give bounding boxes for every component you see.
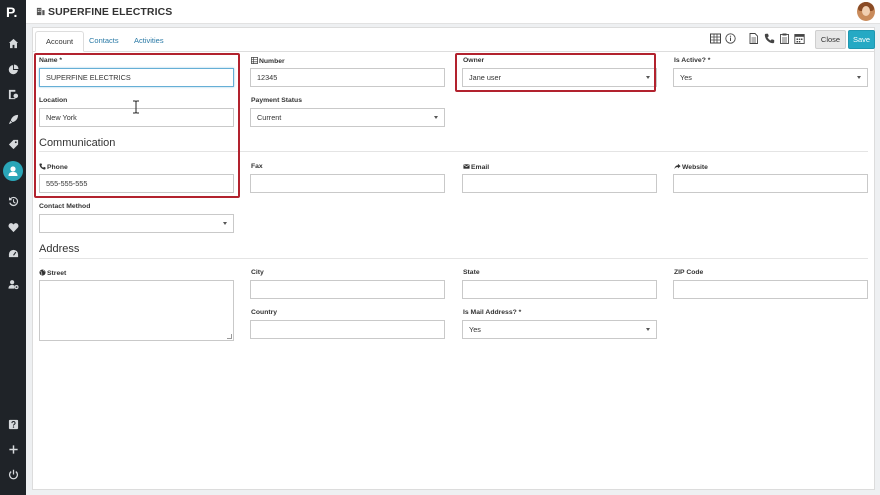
resize-handle-icon[interactable] bbox=[227, 334, 232, 339]
globe-icon bbox=[39, 269, 46, 276]
fax-input[interactable] bbox=[250, 174, 445, 193]
envelope-icon bbox=[463, 164, 470, 169]
is-mail-address-label: Is Mail Address? * bbox=[463, 309, 522, 316]
close-button[interactable]: Close bbox=[815, 30, 846, 49]
table-icon[interactable] bbox=[710, 33, 721, 44]
save-button[interactable]: Save bbox=[848, 30, 875, 49]
payment-status-select[interactable]: Current bbox=[250, 108, 445, 127]
table-icon bbox=[251, 57, 258, 64]
tab-contacts[interactable]: Contacts bbox=[79, 31, 129, 52]
sidebar: P. bbox=[0, 0, 26, 495]
building-icon bbox=[36, 7, 45, 16]
app-logo[interactable]: P. bbox=[6, 4, 17, 20]
number-label-text: Number bbox=[259, 58, 285, 65]
tab-activities[interactable]: Activities bbox=[124, 31, 174, 52]
email-label-text: Email bbox=[471, 164, 490, 171]
payment-status-select-value: Current bbox=[257, 113, 282, 122]
website-label-text: Website bbox=[682, 164, 708, 171]
info-icon[interactable] bbox=[725, 33, 736, 44]
state-input[interactable] bbox=[462, 280, 657, 299]
user-icon[interactable] bbox=[3, 161, 23, 181]
payment-status-label: Payment Status bbox=[251, 97, 302, 104]
home-icon[interactable] bbox=[5, 35, 21, 51]
website-label: Website bbox=[674, 163, 708, 171]
is-mail-address-select[interactable]: Yes bbox=[462, 320, 657, 339]
chevron-down-icon bbox=[223, 222, 227, 225]
record-header: SUPERFINE ELECTRICS bbox=[26, 0, 880, 24]
number-label: Number bbox=[251, 57, 285, 65]
country-label: Country bbox=[251, 309, 278, 316]
tab-account[interactable]: Account bbox=[35, 31, 85, 52]
app-window: P. SUPERFINE ELECTRICS Account Contacts … bbox=[0, 0, 880, 495]
pie-chart-icon[interactable] bbox=[5, 61, 21, 77]
share-arrow-icon bbox=[674, 163, 681, 170]
street-textarea[interactable] bbox=[39, 280, 234, 341]
user-settings-icon[interactable] bbox=[5, 276, 21, 292]
is-active-label: Is Active? * bbox=[674, 57, 711, 64]
chevron-down-icon bbox=[857, 76, 861, 79]
document-icon[interactable] bbox=[748, 33, 759, 44]
chevron-down-icon bbox=[434, 116, 438, 119]
reports-icon[interactable] bbox=[5, 86, 21, 102]
gauge-icon[interactable] bbox=[5, 245, 21, 261]
avatar[interactable] bbox=[857, 2, 875, 21]
annotation-highlight-owner bbox=[455, 53, 656, 92]
phone-icon[interactable] bbox=[764, 33, 775, 44]
contact-method-select[interactable] bbox=[39, 214, 234, 233]
city-label: City bbox=[251, 269, 264, 276]
plus-icon[interactable] bbox=[5, 441, 21, 457]
clipboard-icon[interactable] bbox=[779, 33, 790, 44]
state-label: State bbox=[463, 269, 480, 276]
history-icon[interactable] bbox=[5, 193, 21, 209]
zip-code-label: ZIP Code bbox=[674, 269, 704, 276]
chevron-down-icon bbox=[646, 328, 650, 331]
avatar-face bbox=[862, 6, 870, 16]
is-active-select-value: Yes bbox=[680, 73, 692, 82]
text-cursor-icon bbox=[133, 100, 139, 114]
city-input[interactable] bbox=[250, 280, 445, 299]
street-label: Street bbox=[39, 269, 66, 277]
street-label-text: Street bbox=[47, 270, 67, 277]
is-active-select[interactable]: Yes bbox=[673, 68, 868, 87]
address-heading: Address bbox=[39, 243, 80, 255]
annotation-highlight-name-group bbox=[34, 53, 240, 198]
number-input[interactable]: 12345 bbox=[250, 68, 445, 87]
tab-bar: Account Contacts Activities Close Save bbox=[33, 28, 875, 52]
is-mail-address-select-value: Yes bbox=[469, 325, 481, 334]
power-icon[interactable] bbox=[5, 466, 21, 482]
email-input[interactable] bbox=[462, 174, 657, 193]
email-label: Email bbox=[463, 163, 489, 171]
page-title: SUPERFINE ELECTRICS bbox=[48, 6, 173, 18]
heart-icon[interactable] bbox=[5, 219, 21, 235]
contact-method-label: Contact Method bbox=[39, 203, 91, 210]
calendar-icon[interactable] bbox=[794, 33, 805, 44]
help-icon[interactable] bbox=[5, 416, 21, 432]
fax-label: Fax bbox=[251, 163, 263, 170]
section-divider bbox=[39, 258, 868, 259]
country-input[interactable] bbox=[250, 320, 445, 339]
website-input[interactable] bbox=[673, 174, 868, 193]
rocket-icon[interactable] bbox=[5, 111, 21, 127]
zip-code-input[interactable] bbox=[673, 280, 868, 299]
tag-icon[interactable] bbox=[5, 136, 21, 152]
